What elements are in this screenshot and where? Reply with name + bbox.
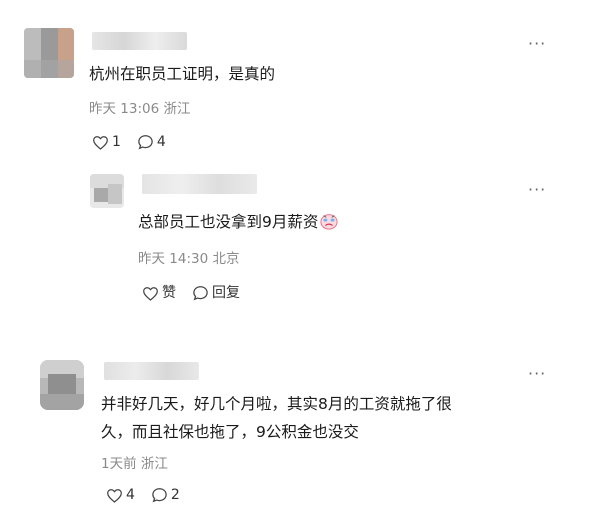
comment-text: 并非好几天，好几个月啦，其实8月的工资就拖了很 久，而且社保也拖了，9公积金也没… [101,390,551,446]
comment-time-location: 昨天 13:06 浙江 [89,101,191,117]
reply-count: 4 [156,134,166,150]
like-label: 赞 [162,285,176,301]
comment-3: ··· 并非好几天，好几个月啦，其实8月的工资就拖了很 久，而且社保也拖了，9公… [0,340,600,512]
heart-icon [143,286,158,301]
comment-actions: 1 4 [92,133,182,151]
comment-text: 杭州在职员工证明，是真的 [89,65,276,83]
comment-actions: 赞 回复 [142,284,256,302]
reply-button[interactable]: 4 [137,133,166,151]
reply-button[interactable]: 回复 [192,284,240,302]
comment-icon [193,286,208,301]
comment-icon [138,135,153,150]
reply-count: 2 [170,487,180,503]
like-count: 1 [112,134,121,150]
more-options-button[interactable]: ··· [528,182,546,198]
comment-text-content: 总部员工也没拿到9月薪资 [138,213,319,231]
more-options-button[interactable]: ··· [528,36,546,52]
like-button[interactable]: 赞 [142,284,176,302]
more-options-button[interactable]: ··· [528,366,546,382]
comment-text: 总部员工也没拿到9月薪资 [138,208,339,236]
username-blurred[interactable] [142,174,257,194]
username-blurred[interactable] [92,32,187,50]
heart-icon [93,135,108,150]
username-blurred[interactable] [104,362,199,380]
crying-face-emoji-icon [320,214,338,230]
like-button[interactable]: 1 [92,133,121,151]
reply-button[interactable]: 2 [151,486,180,504]
avatar[interactable] [24,28,74,78]
comment-actions: 4 2 [106,486,196,504]
comment-text-line-2: 久，而且社保也拖了，9公积金也没交 [101,423,359,441]
comment-time-location: 1天前 浙江 [101,456,168,472]
comment-text-line-1: 并非好几天，好几个月啦，其实8月的工资就拖了很 [101,395,452,413]
like-count: 4 [126,487,135,503]
reply-label: 回复 [212,285,240,301]
comment-time-location: 昨天 14:30 北京 [138,251,240,267]
like-button[interactable]: 4 [106,486,135,504]
avatar[interactable] [40,360,84,410]
avatar[interactable] [90,174,124,208]
comment-1: ··· 杭州在职员工证明，是真的 昨天 13:06 浙江 1 4 [0,0,600,160]
comment-icon [152,488,167,503]
heart-icon [107,488,122,503]
comment-2-reply: ··· 总部员工也没拿到9月薪资 昨天 14:30 北京 赞 回复 [0,160,600,320]
